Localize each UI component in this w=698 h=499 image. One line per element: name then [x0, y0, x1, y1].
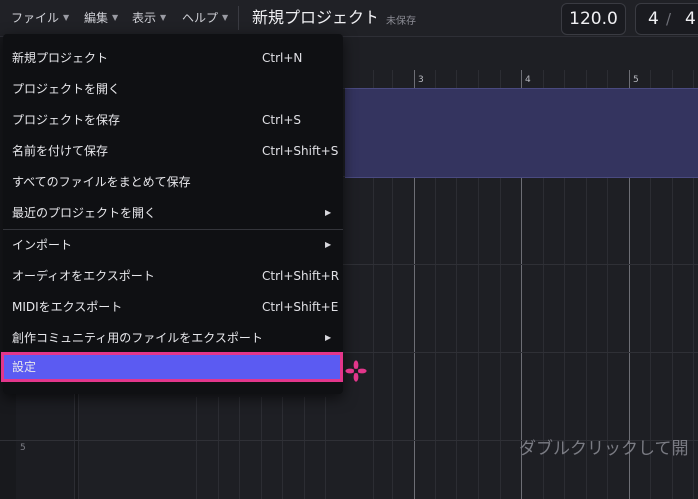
chevron-down-icon: ▼ — [160, 13, 167, 22]
menu-help-label: ヘルプ — [182, 11, 219, 25]
grid-line — [261, 397, 262, 499]
menu-item-settings[interactable]: 設定 — [1, 352, 343, 382]
menu-item-shortcut: Ctrl+N — [262, 51, 303, 65]
menu-item-save-project[interactable]: プロジェクトを保存 Ctrl+S — [3, 105, 343, 135]
track-number: 5 — [20, 443, 26, 453]
menu-item-label: 最近のプロジェクトを開く — [12, 206, 157, 220]
menu-item-open-recent[interactable]: 最近のプロジェクトを開く ▶ — [3, 198, 343, 228]
menu-item-import[interactable]: インポート ▶ — [3, 230, 343, 260]
time-signature-numerator: 4 — [648, 9, 659, 29]
grid-line — [239, 397, 240, 499]
menu-edit[interactable]: 編集 ▼ — [84, 9, 118, 26]
grid-line — [304, 397, 305, 499]
menu-file-label: ファイル — [11, 11, 60, 25]
menu-item-open-project[interactable]: プロジェクトを開く — [3, 74, 343, 104]
top-menubar: ファイル ▼ 編集 ▼ 表示 ▼ ヘルプ ▼ 新規プロジェクト 未保存 120.… — [0, 0, 698, 37]
menu-item-label: インポート — [12, 238, 73, 252]
time-signature-separator: / — [666, 10, 672, 28]
menu-item-shortcut: Ctrl+Shift+S — [262, 144, 339, 158]
submenu-arrow-icon: ▶ — [325, 333, 332, 342]
chevron-down-icon: ▼ — [222, 13, 229, 22]
menu-help[interactable]: ヘルプ ▼ — [182, 9, 228, 26]
menu-item-label: 設定 — [12, 360, 37, 374]
menu-file[interactable]: ファイル ▼ — [11, 9, 69, 26]
grid-line — [325, 397, 326, 499]
time-signature-denominator: 4 — [685, 9, 696, 29]
menu-edit-label: 編集 — [84, 11, 109, 25]
grid-line — [218, 397, 219, 499]
menu-item-export-midi[interactable]: MIDIをエクスポート Ctrl+Shift+E — [3, 292, 343, 322]
menu-item-label: MIDIをエクスポート — [12, 300, 123, 314]
ruler-bar-number: 3 — [418, 75, 424, 85]
divider — [238, 6, 239, 30]
menu-item-label: オーディオをエクスポート — [12, 269, 155, 283]
menu-item-label: プロジェクトを開く — [12, 82, 121, 96]
grid-line — [196, 397, 197, 499]
menu-item-shortcut: Ctrl+Shift+R — [262, 269, 340, 283]
menu-item-label: 新規プロジェクト — [12, 51, 109, 65]
file-menu-dropdown: 新規プロジェクト Ctrl+N プロジェクトを開く プロジェクトを保存 Ctrl… — [1, 34, 343, 394]
save-status: 未保存 — [386, 16, 416, 27]
menu-item-save-as[interactable]: 名前を付けて保存 Ctrl+Shift+S — [3, 136, 343, 166]
empty-editor-hint: ダブルクリックして開 — [519, 439, 689, 459]
sparkle-icon — [345, 360, 367, 382]
menu-item-shortcut: Ctrl+Shift+E — [262, 300, 339, 314]
menu-item-new-project[interactable]: 新規プロジェクト Ctrl+N — [3, 43, 343, 73]
time-signature-field[interactable]: 4 / 4 — [635, 3, 698, 35]
chevron-down-icon: ▼ — [63, 13, 70, 22]
project-title[interactable]: 新規プロジェクト — [252, 6, 376, 30]
menu-item-label: 名前を付けて保存 — [12, 144, 109, 158]
menu-item-label: すべてのファイルをまとめて保存 — [12, 175, 191, 189]
menu-item-save-all-files[interactable]: すべてのファイルをまとめて保存 — [3, 167, 343, 197]
submenu-arrow-icon: ▶ — [325, 208, 332, 217]
chevron-down-icon: ▼ — [112, 13, 119, 22]
menu-view[interactable]: 表示 ▼ — [132, 9, 166, 26]
tempo-field[interactable]: 120.0 — [561, 3, 626, 35]
menu-item-shortcut: Ctrl+S — [262, 113, 302, 127]
ruler-bar-number: 5 — [633, 75, 639, 85]
menu-item-export-community[interactable]: 創作コミュニティ用のファイルをエクスポート ▶ — [3, 323, 343, 353]
menu-item-export-audio[interactable]: オーディオをエクスポート Ctrl+Shift+R — [3, 261, 343, 291]
menu-item-label: 創作コミュニティ用のファイルをエクスポート — [12, 331, 263, 345]
ruler-bar-number: 4 — [525, 75, 531, 85]
selected-track-lane[interactable] — [345, 88, 698, 178]
grid-line — [282, 397, 283, 499]
menu-view-label: 表示 — [132, 11, 157, 25]
menu-item-label: プロジェクトを保存 — [12, 113, 121, 127]
submenu-arrow-icon: ▶ — [325, 240, 332, 249]
